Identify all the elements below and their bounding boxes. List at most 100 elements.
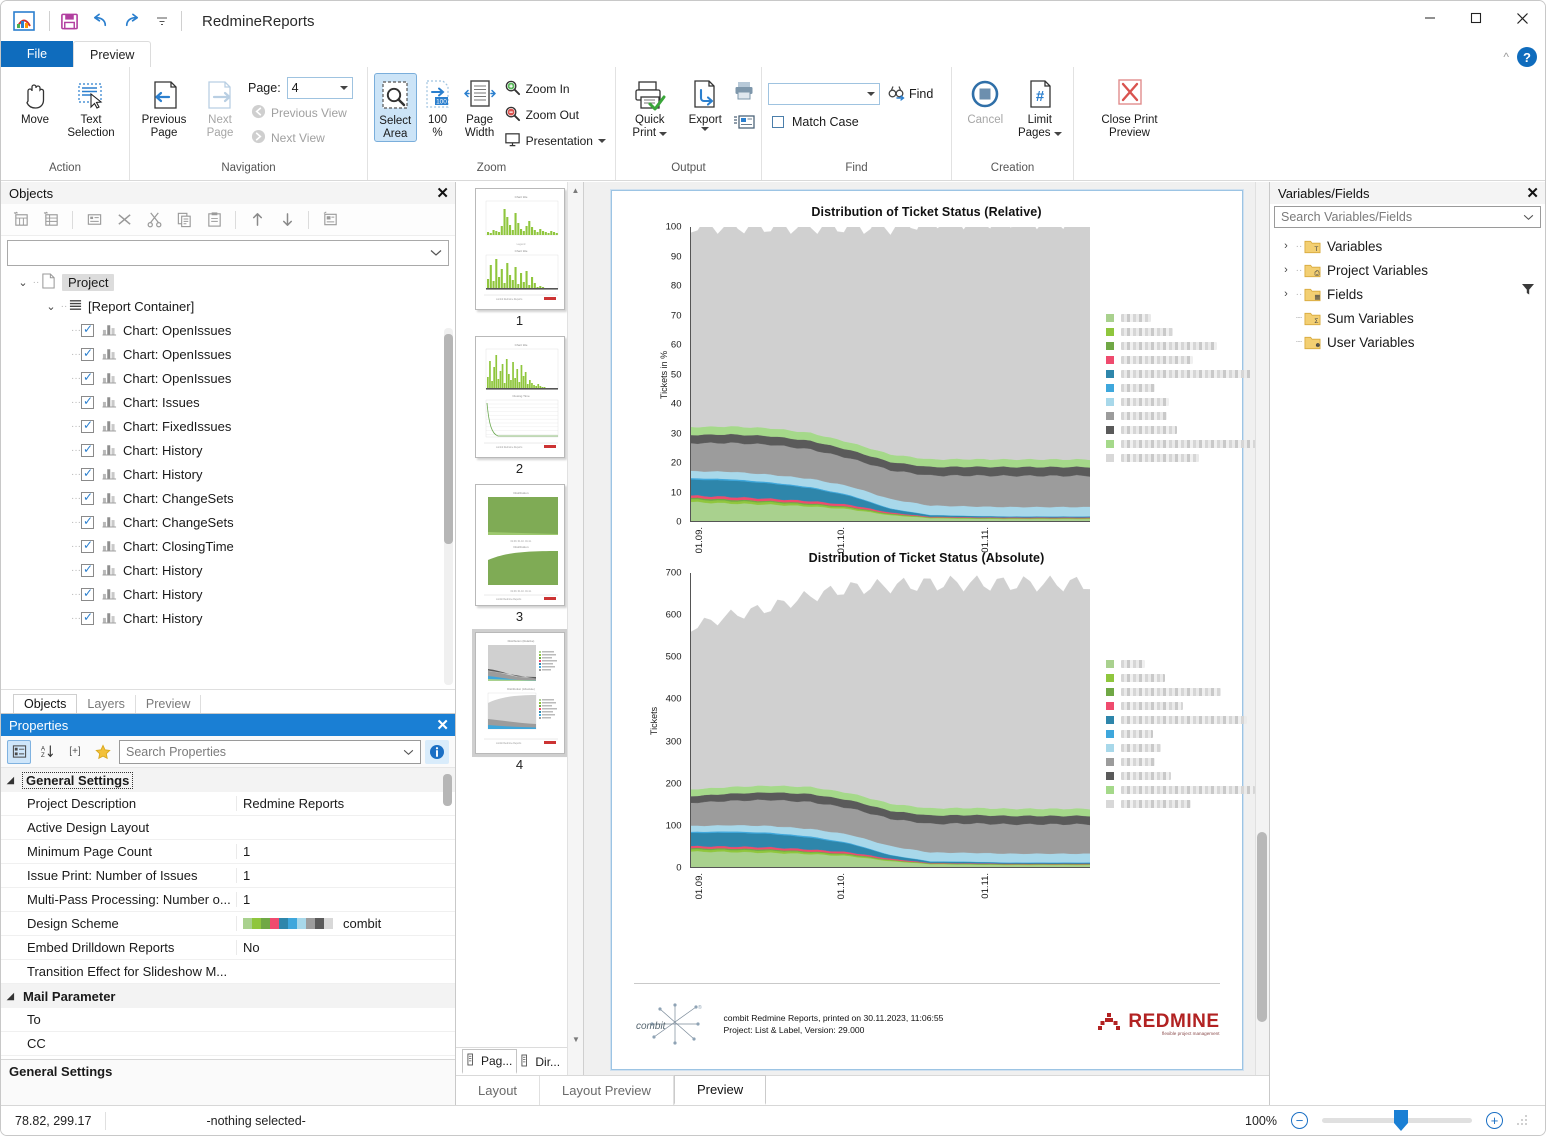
page-thumbnail[interactable]: Distribution (Relative) Distribution (Abs… [471, 629, 568, 772]
text-selection-button[interactable]: Text Selection [63, 73, 119, 140]
property-row[interactable]: Project Description Redmine Reports [1, 792, 455, 816]
object-tree-item-chart[interactable]: ··· Chart: History [1, 582, 455, 606]
objects-filter-chevron-down-icon[interactable] [430, 246, 442, 260]
zoom-out-circle-icon[interactable]: − [1291, 1112, 1308, 1129]
star-icon[interactable] [91, 740, 115, 764]
thumbnail-tab-directory[interactable]: Dir... [517, 1051, 564, 1073]
property-row[interactable]: Issue Print: Number of Issues 1 [1, 864, 455, 888]
quick-print-button[interactable]: Quick Print [622, 73, 678, 140]
chevron-down-icon[interactable] [339, 86, 348, 90]
object-visibility-checkbox[interactable] [81, 490, 94, 505]
page-thumbnail-image[interactable]: Chart title Legend Chart title combit Redmi… [474, 188, 565, 310]
tab-file[interactable]: File [1, 41, 73, 67]
property-value[interactable]: No [236, 940, 455, 955]
page-width-button[interactable]: Page Width [459, 73, 501, 140]
variables-tree-item-variables[interactable]: › ·· T Variables [1270, 234, 1545, 258]
properties-panel-close-icon[interactable]: ✕ [436, 718, 449, 733]
property-row[interactable]: To [1, 1008, 455, 1032]
redo-button[interactable] [120, 10, 142, 32]
object-visibility-checkbox[interactable] [81, 538, 94, 553]
object-visibility-checkbox[interactable] [81, 322, 94, 337]
object-visibility-checkbox[interactable] [81, 610, 94, 625]
select-area-button[interactable]: Select Area [374, 73, 417, 142]
tree-expand-chevron-icon[interactable]: › [1278, 288, 1294, 300]
view-tab-layout[interactable]: Layout [456, 1076, 541, 1105]
document-scrollbar-track[interactable] [1255, 182, 1269, 1075]
object-visibility-checkbox[interactable] [81, 514, 94, 529]
undo-button[interactable] [89, 10, 111, 32]
object-tree-item-chart[interactable]: ··· Chart: OpenIssues [1, 366, 455, 390]
thumbnails-tabs[interactable]: Pag... Dir... [456, 1047, 567, 1075]
page-number-input[interactable]: 4 [286, 77, 353, 99]
properties-search-input[interactable]: Search Properties [119, 739, 421, 764]
page-thumbnail-list[interactable]: Chart title Legend Chart title combit Redmi… [456, 182, 583, 778]
objects-tree[interactable]: ⌄··Project⌄··[Report Container]···Chart:… [1, 268, 455, 689]
collapse-ribbon-icon[interactable]: ^ [1503, 50, 1509, 64]
object-visibility-checkbox[interactable] [81, 370, 94, 385]
move-up-icon[interactable] [243, 208, 271, 232]
variables-search-input[interactable]: Search Variables/Fields [1274, 206, 1541, 228]
new-object-list-icon[interactable] [37, 208, 65, 232]
zoom-in-circle-icon[interactable]: + [1486, 1112, 1503, 1129]
property-value[interactable]: 1 [236, 892, 455, 907]
objects-panel-tab-objects[interactable]: Objects [13, 694, 78, 713]
find-chevron-down-icon[interactable] [867, 92, 875, 96]
object-tree-item-chart[interactable]: ··· Chart: Issues [1, 390, 455, 414]
object-tree-item-chart[interactable]: ··· Chart: ChangeSets [1, 486, 455, 510]
properties-grid[interactable]: ◢ General Settings Project Description Redm… [1, 768, 455, 1059]
object-visibility-checkbox[interactable] [81, 466, 94, 481]
sort-alpha-icon[interactable]: AZ [35, 740, 59, 764]
zoom-slider-knob[interactable] [1394, 1110, 1408, 1131]
cancel-button[interactable]: Cancel [958, 73, 1013, 127]
thumbnails-scroll-up-icon[interactable]: ▲ [568, 182, 583, 198]
object-list-icon[interactable] [316, 208, 344, 232]
property-row[interactable]: Transition Effect for Slideshow M... [1, 960, 455, 984]
view-tab-preview[interactable]: Preview [673, 1075, 767, 1105]
page-thumbnail-image[interactable]: Chart title Closing Time combit Redmine Re… [474, 336, 565, 458]
tree-expand-chevron-icon[interactable]: ⌄ [15, 276, 31, 289]
page-thumbnail[interactable]: Distribution 01.09. 01.10. 01.11. Distribu… [474, 484, 565, 624]
thumbnail-tab-pages[interactable]: Pag... [462, 1049, 518, 1074]
zoom-in-button[interactable]: Zoom In [501, 77, 609, 101]
limit-pages-button[interactable]: # Limit Pages [1013, 73, 1068, 140]
customize-quick-access-button[interactable] [151, 10, 173, 32]
property-row[interactable]: Design Scheme combit [1, 912, 455, 936]
property-value[interactable]: 1 [236, 868, 455, 883]
properties-scrollbar-thumb[interactable] [443, 774, 452, 806]
find-button[interactable]: Find [888, 85, 933, 104]
variables-tree-item-sum-variables[interactable]: ┈ Σ Sum Variables [1270, 306, 1545, 330]
object-tree-item-chart[interactable]: ··· Chart: ChangeSets [1, 510, 455, 534]
page-thumbnail[interactable]: Chart title Closing Time combit Redmine Re… [474, 336, 565, 476]
variables-panel-close-icon[interactable]: ✕ [1526, 186, 1539, 201]
property-group-header[interactable]: ◢ General Settings [1, 768, 455, 792]
variables-tree[interactable]: › ·· T Variables › ·· ⎙ Project Variables › ·· ▦ Fi… [1270, 230, 1545, 1105]
property-row[interactable]: BCC [1, 1056, 455, 1059]
export-chevron-down-icon[interactable] [701, 127, 710, 131]
save-button[interactable] [58, 10, 80, 32]
document-scrollbar-thumb[interactable] [1257, 832, 1267, 1022]
maximize-button[interactable] [1453, 1, 1499, 35]
object-visibility-checkbox[interactable] [81, 562, 94, 577]
object-tree-item-chart[interactable]: ··· Chart: ClosingTime [1, 534, 455, 558]
categorize-icon[interactable] [7, 739, 31, 764]
property-row[interactable]: Minimum Page Count 1 [1, 840, 455, 864]
help-button[interactable]: ? [1517, 47, 1537, 67]
object-tree-item-chart[interactable]: ··· Chart: History [1, 606, 455, 630]
printer-icon[interactable] [733, 79, 755, 104]
object-properties-icon[interactable] [80, 208, 108, 232]
object-visibility-checkbox[interactable] [81, 418, 94, 433]
property-value[interactable]: 1 [236, 844, 455, 859]
property-row[interactable]: CC [1, 1032, 455, 1056]
group-collapse-icon[interactable]: ◢ [7, 775, 23, 786]
property-group-header[interactable]: ◢ Mail Parameter [1, 984, 455, 1008]
move-down-icon[interactable] [273, 208, 301, 232]
delete-icon[interactable] [110, 208, 138, 232]
property-row[interactable]: Multi-Pass Processing: Number o... 1 [1, 888, 455, 912]
limit-pages-chevron-down-icon[interactable] [1053, 131, 1062, 136]
object-tree-item-chart[interactable]: ··· Chart: History [1, 558, 455, 582]
expand-all-icon[interactable]: [+] [63, 740, 87, 764]
property-row[interactable]: Active Design Layout [1, 816, 455, 840]
object-tree-item-chart[interactable]: ··· Chart: History [1, 462, 455, 486]
export-button[interactable]: Export [678, 73, 734, 131]
object-visibility-checkbox[interactable] [81, 442, 94, 457]
